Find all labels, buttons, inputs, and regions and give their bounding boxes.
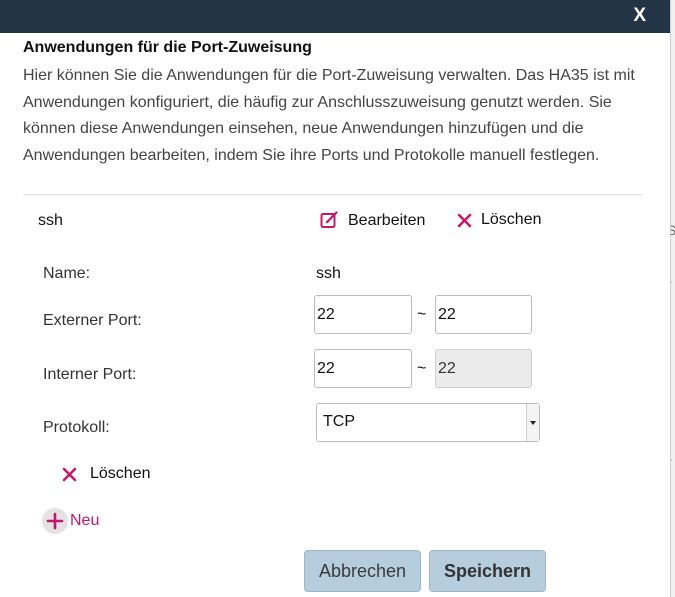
name-label: Name:: [43, 265, 91, 282]
external-port-to-input[interactable]: [435, 295, 532, 334]
internal-port-from-input[interactable]: [314, 349, 412, 388]
name-value: ssh: [316, 265, 341, 282]
delete-button[interactable]: Löschen: [457, 211, 542, 229]
row-delete-label: Löschen: [90, 465, 151, 482]
dialog-title: Anwendungen für die Port-Zuweisung: [23, 39, 312, 56]
chevron-down-icon[interactable]: [526, 404, 539, 441]
delete-icon: [457, 213, 472, 227]
new-label: Neu: [70, 512, 100, 529]
close-icon[interactable]: X: [633, 5, 646, 27]
delete-label: Löschen: [481, 211, 542, 228]
internal-port-to-input: [435, 349, 532, 388]
save-button[interactable]: Speichern: [429, 550, 546, 592]
internal-port-label: Interner Port:: [43, 366, 137, 383]
edit-button[interactable]: Bearbeiten: [320, 211, 425, 230]
range-separator: ~: [417, 306, 427, 323]
dialog-description: Hier können Sie die Anwendungen für die …: [23, 67, 635, 164]
edit-icon: [320, 211, 338, 228]
protocol-select[interactable]: TCP: [316, 403, 540, 442]
application-name: ssh: [38, 212, 63, 229]
row-delete-button[interactable]: Löschen: [62, 465, 151, 483]
range-separator: ~: [417, 360, 427, 377]
add-new-button[interactable]: Neu: [42, 508, 99, 534]
plus-icon: [42, 508, 68, 534]
divider: [23, 194, 643, 195]
external-port-label: Externer Port:: [43, 312, 142, 329]
external-port-from-input[interactable]: [314, 295, 412, 334]
protocol-label: Protokoll:: [43, 419, 110, 436]
port-assignment-dialog: X Anwendungen für die Port-Zuweisung Hie…: [0, 0, 671, 597]
delete-icon: [62, 467, 77, 481]
cancel-button[interactable]: Abbrechen: [304, 550, 421, 592]
edit-label: Bearbeiten: [348, 211, 426, 229]
protocol-value: TCP: [323, 413, 355, 430]
dialog-titlebar: X: [0, 0, 670, 33]
